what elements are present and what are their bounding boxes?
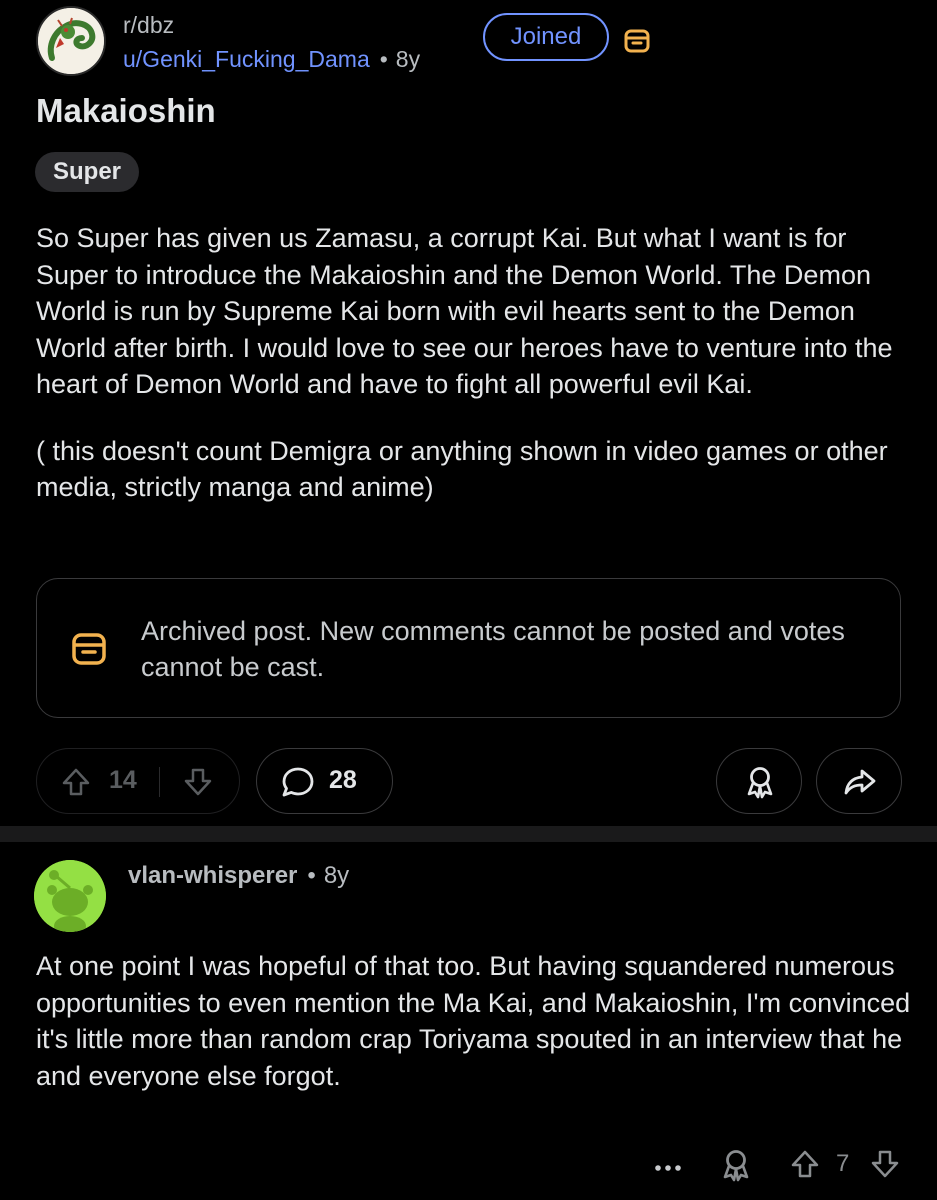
snoo-avatar-icon	[34, 860, 106, 932]
post-body: So Super has given us Zamasu, a corrupt …	[36, 220, 916, 506]
share-button[interactable]	[816, 748, 902, 814]
vote-separator	[159, 767, 160, 797]
reddit-post-page: r/dbz u/Genki_Fucking_Dama • 8y Joined Mak…	[0, 0, 937, 1200]
joined-button[interactable]: Joined	[483, 13, 609, 61]
archived-notice: Archived post. New comments cannot be po…	[36, 578, 901, 718]
subreddit-avatar[interactable]	[36, 6, 106, 76]
comment-author[interactable]: vlan-whisperer	[128, 862, 297, 889]
section-divider	[0, 826, 937, 842]
comment-vote-count: 7	[836, 1150, 850, 1177]
ellipsis-icon[interactable]	[652, 1150, 684, 1182]
comment-author-line: vlan-whisperer • 8y	[128, 862, 349, 890]
upvote-icon[interactable]	[790, 1149, 820, 1179]
subreddit-name[interactable]: r/dbz	[123, 12, 174, 39]
dragon-logo-icon	[38, 8, 104, 74]
separator-dot: •	[307, 862, 316, 889]
vote-control: 14	[36, 748, 240, 814]
downvote-icon[interactable]	[870, 1149, 900, 1179]
award-button[interactable]	[716, 748, 802, 814]
archive-box-icon	[72, 633, 106, 665]
comment-actions: 7	[0, 1140, 937, 1190]
post-author[interactable]: u/Genki_Fucking_Dama	[123, 46, 370, 72]
post-age: 8y	[395, 46, 421, 72]
post-body-paragraph: So Super has given us Zamasu, a corrupt …	[36, 223, 893, 399]
post-title[interactable]: Makaioshin	[36, 92, 216, 130]
archive-box-icon	[624, 29, 650, 53]
comments-button[interactable]: 28	[256, 748, 393, 814]
comment-age: 8y	[323, 862, 350, 889]
archived-notice-text: Archived post. New comments cannot be po…	[141, 616, 845, 682]
downvote-icon[interactable]	[183, 767, 213, 797]
post-header: r/dbz u/Genki_Fucking_Dama • 8y Joined	[36, 6, 916, 76]
comment-avatar[interactable]	[34, 860, 106, 932]
comment-body: At one point I was hopeful of that too. …	[36, 951, 911, 1091]
comment-count: 28	[329, 766, 357, 794]
separator-dot: •	[379, 46, 388, 72]
speech-bubble-icon	[282, 767, 314, 797]
post-flair[interactable]: Super	[35, 152, 140, 192]
post-author-line: u/Genki_Fucking_Dama • 8y	[123, 46, 420, 73]
share-arrow-icon	[844, 769, 876, 795]
upvote-icon[interactable]	[61, 767, 91, 797]
award-icon[interactable]	[720, 1148, 752, 1182]
award-icon	[747, 767, 773, 799]
post-body-paragraph: ( this doesn't count Demigra or anything…	[36, 435, 888, 503]
post-vote-count: 14	[109, 766, 137, 794]
